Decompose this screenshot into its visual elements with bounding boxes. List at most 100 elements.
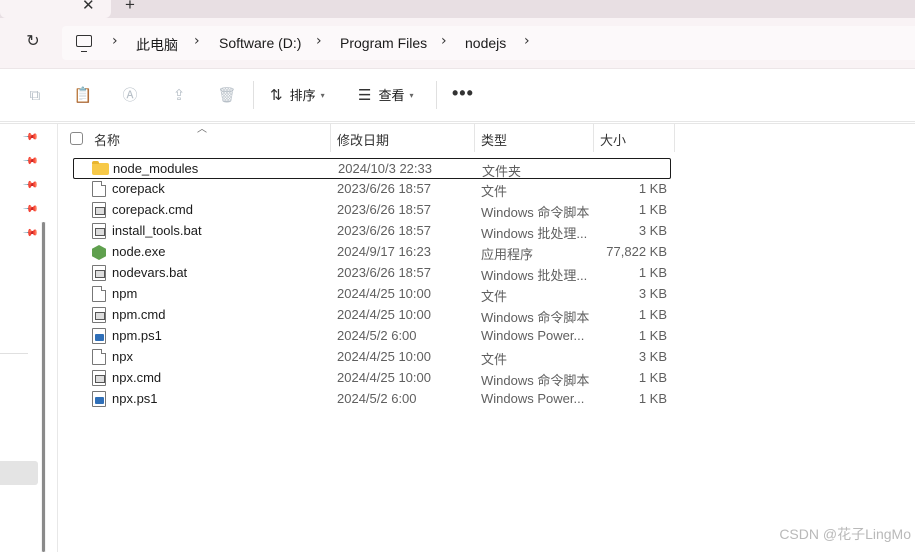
breadcrumb-nodejs[interactable]: nodejs: [465, 35, 506, 51]
view-button[interactable]: ☰ 查看 ▾: [358, 85, 413, 107]
file-type: Windows 命令脚本: [481, 310, 590, 325]
chevron-right-icon[interactable]: ›: [194, 33, 200, 49]
file-name: corepack.cmd: [112, 202, 193, 217]
navigation-selected-item[interactable]: [0, 461, 38, 485]
file-row[interactable]: node.exe 2024/9/17 16:23 应用程序 77,822 KB: [73, 242, 671, 263]
file-row[interactable]: npx.cmd 2024/4/25 10:00 Windows 命令脚本 1 KB: [73, 368, 671, 389]
file-row[interactable]: npm 2024/4/25 10:00 文件 3 KB: [73, 284, 671, 305]
column-size[interactable]: 大小: [600, 130, 626, 149]
file-date-modified: 2024/4/25 10:00: [337, 307, 431, 322]
sort-ascending-icon: ︿: [197, 124, 207, 135]
file-row[interactable]: corepack 2023/6/26 18:57 文件 1 KB: [73, 179, 671, 200]
navigation-divider: [0, 353, 28, 354]
file-row[interactable]: nodevars.bat 2023/6/26 18:57 Windows 批处理..…: [73, 263, 671, 284]
column-divider[interactable]: [330, 124, 331, 152]
file-type: 文件: [481, 289, 508, 304]
rename-icon[interactable]: Ⓐ: [120, 86, 140, 106]
file-row[interactable]: node_modules 2024/10/3 22:33 文件夹: [73, 158, 671, 179]
breadcrumb-program-files[interactable]: Program Files: [340, 35, 427, 51]
column-divider[interactable]: [474, 124, 475, 152]
cmd-file-icon: [92, 202, 106, 218]
chevron-right-icon[interactable]: ›: [112, 33, 118, 49]
tab-current[interactable]: ✕: [0, 0, 111, 18]
file-date-modified: 2024/5/2 6:00: [337, 328, 417, 343]
command-bar: ⧉ 📋 Ⓐ ⇪ 🗑 ⇅ 排序 ▾ ☰ 查看 ▾ •••: [0, 68, 915, 122]
chevron-right-icon[interactable]: ›: [441, 33, 447, 49]
file-size: 3 KB: [638, 223, 667, 238]
pin-icon[interactable]: 📌: [22, 153, 39, 170]
watermark: CSDN @花子LingMo: [779, 526, 911, 542]
file-name: npx: [112, 349, 133, 364]
breadcrumb-drive[interactable]: Software (D:): [219, 35, 301, 51]
file-name: npm: [112, 286, 138, 301]
new-tab-icon[interactable]: +: [125, 0, 135, 15]
select-all-checkbox[interactable]: [70, 132, 83, 145]
file-date-modified: 2024/10/3 22:33: [338, 161, 432, 176]
file-type: Windows 批处理...: [481, 226, 588, 241]
file-name: corepack: [112, 181, 165, 196]
file-date-modified: 2023/6/26 18:57: [337, 202, 431, 217]
paste-icon[interactable]: 📋: [73, 86, 93, 106]
address-bar[interactable]: › 此电脑 › Software (D:) › Program Files › …: [62, 26, 915, 60]
file-name: npx.ps1: [112, 391, 158, 406]
file-date-modified: 2024/4/25 10:00: [337, 349, 431, 364]
pin-icon[interactable]: 📌: [22, 225, 39, 242]
file-name: node_modules: [113, 161, 199, 176]
file-size: 1 KB: [638, 202, 667, 217]
cmd-file-icon: [92, 307, 106, 323]
file-type: Windows 批处理...: [481, 268, 588, 283]
navigation-bar: ↻ › 此电脑 › Software (D:) › Program Files …: [0, 18, 915, 68]
file-row[interactable]: npx 2024/4/25 10:00 文件 3 KB: [73, 347, 671, 368]
file-date-modified: 2023/6/26 18:57: [337, 181, 431, 196]
sort-button[interactable]: ⇅ 排序 ▾: [270, 85, 325, 107]
cmd-file-icon: [92, 370, 106, 386]
refresh-icon[interactable]: ↻: [24, 33, 42, 51]
file-row[interactable]: npm.ps1 2024/5/2 6:00 Windows Power... 1 KB: [73, 326, 671, 347]
column-divider[interactable]: [593, 124, 594, 152]
file-row[interactable]: npx.ps1 2024/5/2 6:00 Windows Power... 1 KB: [73, 389, 671, 410]
view-label: 查看: [378, 88, 405, 103]
chevron-down-icon: ▾: [320, 91, 325, 100]
delete-icon[interactable]: 🗑: [217, 86, 237, 106]
file-row[interactable]: corepack.cmd 2023/6/26 18:57 Windows 命令脚本 1…: [73, 200, 671, 221]
toolbar-divider: [253, 81, 254, 109]
file-row[interactable]: install_tools.bat 2023/6/26 18:57 Windows …: [73, 221, 671, 242]
file-name: node.exe: [112, 244, 166, 259]
file-name: npm.cmd: [112, 307, 166, 322]
file-size: 1 KB: [638, 181, 667, 196]
pane-splitter[interactable]: [57, 124, 58, 552]
folder-icon: [92, 161, 109, 175]
column-date-modified[interactable]: 修改日期: [337, 130, 389, 149]
chevron-right-icon[interactable]: ›: [316, 33, 322, 49]
file-size: 1 KB: [638, 391, 667, 406]
this-pc-icon[interactable]: [76, 35, 92, 52]
file-date-modified: 2024/4/25 10:00: [337, 286, 431, 301]
file-size: 1 KB: [638, 307, 667, 322]
close-tab-icon[interactable]: ✕: [82, 0, 95, 14]
share-icon[interactable]: ⇪: [169, 86, 189, 106]
file-icon: [92, 286, 106, 302]
column-divider[interactable]: [674, 124, 675, 152]
copy-icon[interactable]: ⧉: [25, 86, 45, 106]
file-name: nodevars.bat: [112, 265, 188, 280]
file-size: 1 KB: [638, 370, 667, 385]
pin-icon[interactable]: 📌: [22, 129, 39, 146]
pin-icon[interactable]: 📌: [22, 201, 39, 218]
file-date-modified: 2023/6/26 18:57: [337, 223, 431, 238]
column-name[interactable]: 名称: [94, 130, 120, 149]
breadcrumb-this-pc[interactable]: 此电脑: [136, 35, 178, 55]
file-size: 77,822 KB: [606, 244, 667, 259]
pin-icon[interactable]: 📌: [22, 177, 39, 194]
file-type: 文件夹: [482, 164, 522, 179]
navigation-scrollbar-thumb[interactable]: [42, 222, 45, 552]
file-type: Windows 命令脚本: [481, 205, 590, 220]
file-date-modified: 2024/9/17 16:23: [337, 244, 431, 259]
file-size: 3 KB: [638, 349, 667, 364]
view-icon: ☰: [358, 87, 372, 104]
column-type[interactable]: 类型: [481, 130, 507, 149]
column-header: ︿ 名称 修改日期 类型 大小: [58, 124, 915, 152]
chevron-right-icon[interactable]: ›: [524, 33, 530, 49]
more-options-icon[interactable]: •••: [452, 83, 474, 104]
powershell-file-icon: [92, 328, 106, 344]
file-row[interactable]: npm.cmd 2024/4/25 10:00 Windows 命令脚本 1 KB: [73, 305, 671, 326]
